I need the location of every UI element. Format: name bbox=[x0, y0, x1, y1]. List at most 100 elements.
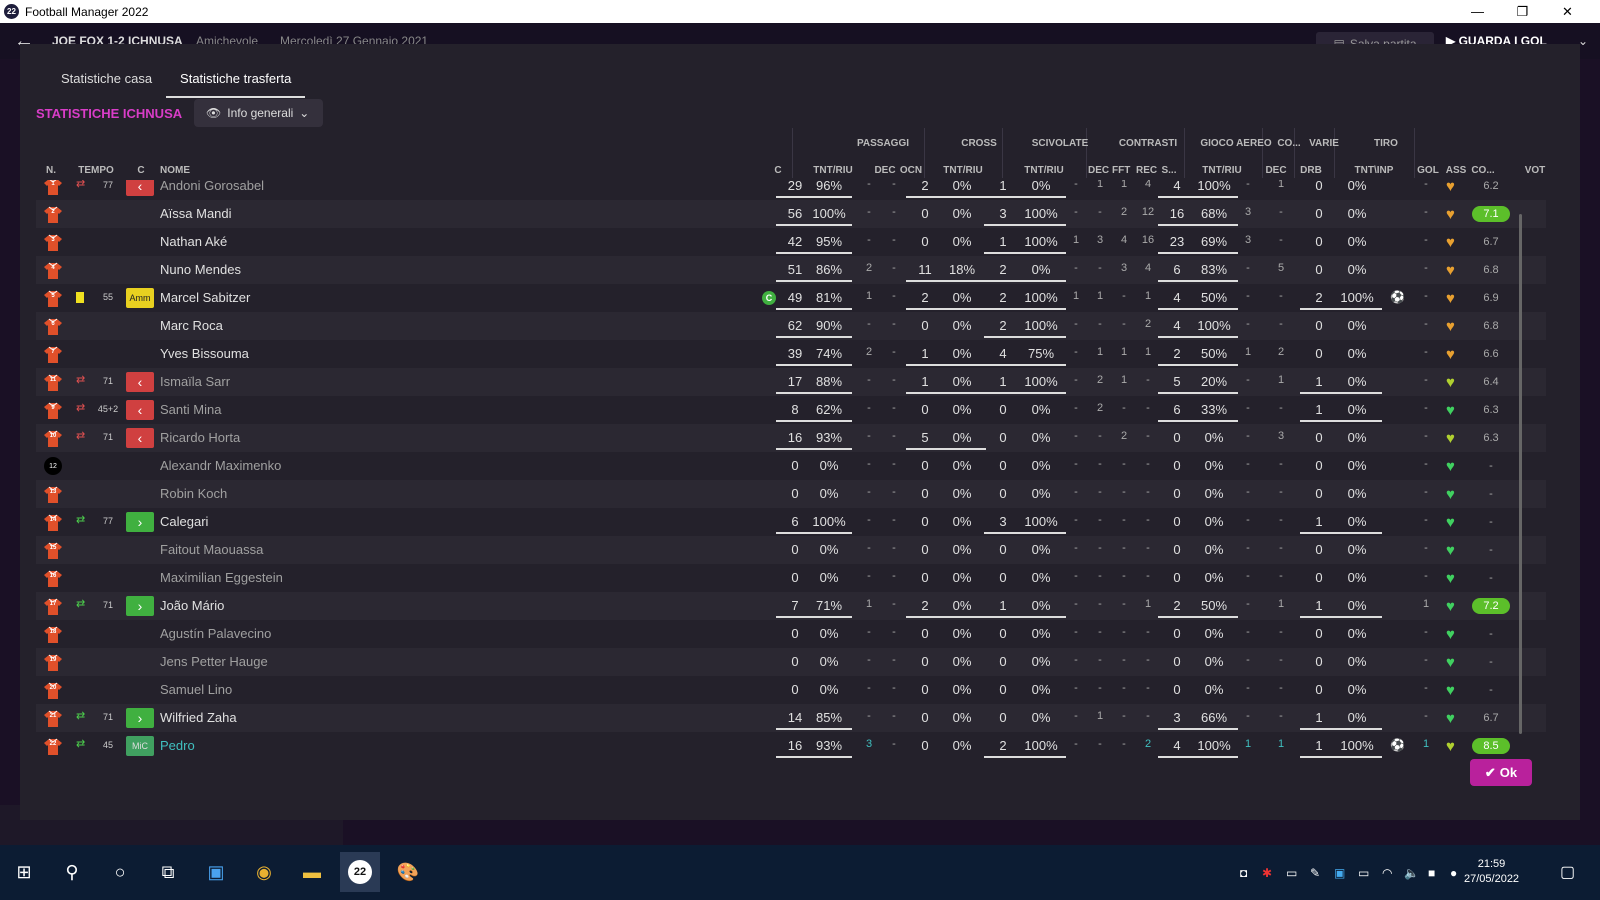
stat-po: - bbox=[892, 234, 896, 246]
table-row[interactable]: 6 Marc Roca 62 90% - - 0 0% 2 100% - - - 2 4 100% - - 0 0% -… bbox=[36, 312, 1546, 340]
table-row[interactable]: 13 Robin Koch 0 0% - - 0 0% 0 0% - - - - 0 0% - - 0 0% - ♥ - bbox=[36, 480, 1546, 508]
table-row[interactable]: 22 ⇄ 45 MiC Pedro 16 93% 3 - 0 0% 2 100% - - - 2 4 100% 1 1 1… bbox=[36, 732, 1546, 758]
file-explorer-icon[interactable]: ▬ bbox=[292, 852, 332, 892]
table-row[interactable]: 1 ⇄ 77 ‹ Andoni Gorosabel 29 96% - - 2 0% 1 0% - 1 1 4 4 1… bbox=[36, 180, 1546, 200]
player-name[interactable]: Robin Koch bbox=[160, 486, 227, 501]
player-name[interactable]: Santi Mina bbox=[160, 402, 221, 417]
football-manager-taskbar-icon[interactable]: 22 bbox=[340, 852, 380, 892]
ok-button[interactable]: ✔ Ok bbox=[1470, 759, 1532, 786]
search-icon[interactable]: ⚲ bbox=[52, 852, 92, 892]
table-row[interactable]: 16 Maximilian Eggestein 0 0% - - 0 0% 0 0% - - - - 0 0%… bbox=[36, 564, 1546, 592]
column-header-c[interactable]: C bbox=[134, 165, 148, 176]
player-name[interactable]: Maximilian Eggestein bbox=[160, 570, 283, 585]
player-name[interactable]: João Mário bbox=[160, 598, 224, 613]
column-header-pdec[interactable]: DEC bbox=[874, 165, 896, 176]
table-row[interactable]: 7 Yves Bissouma 39 74% 2 - 1 0% 4 75% - 1 1 1 2 50% 1 2 0 0… bbox=[36, 340, 1546, 368]
column-header-pass[interactable]: TNT/RIU bbox=[798, 165, 868, 176]
table-row[interactable]: 2 Aïssa Mandi 56 100% - - 0 0% 3 100% - - 2 12 16 68% 3 -… bbox=[36, 200, 1546, 228]
minimize-button[interactable]: — bbox=[1455, 0, 1500, 23]
column-header-vot[interactable]: VOT bbox=[1520, 165, 1550, 176]
info-general-dropdown[interactable]: 👁 Info generali ⌄ bbox=[194, 99, 323, 127]
maximize-button[interactable]: ❐ bbox=[1500, 0, 1545, 23]
stat-pd: - bbox=[867, 180, 871, 190]
table-row[interactable]: 21 ⇄ 71 › Wilfried Zaha 14 85% - - 0 0% 0 0% - 1 - - 3 66%… bbox=[36, 704, 1546, 732]
player-name[interactable]: Alexandr Maximenko bbox=[160, 458, 281, 473]
player-name[interactable]: Agustín Palavecino bbox=[160, 626, 271, 641]
player-name[interactable]: Marcel Sabitzer bbox=[160, 290, 250, 305]
tray-icon-3[interactable]: ▭ bbox=[1286, 866, 1297, 880]
cortana-icon[interactable]: ○ bbox=[100, 852, 140, 892]
player-name[interactable]: Jens Petter Hauge bbox=[160, 654, 268, 669]
tray-icon-5[interactable]: ▣ bbox=[1334, 866, 1345, 880]
tab-home-stats[interactable]: Statistiche casa bbox=[47, 66, 166, 98]
column-header-nome[interactable]: NOME bbox=[160, 165, 220, 176]
column-header-co2[interactable]: CO... bbox=[1470, 165, 1496, 176]
player-name[interactable]: Aïssa Mandi bbox=[160, 206, 232, 221]
table-row[interactable]: 14 ⇄ 77 › Calegari 6 100% - - 0 0% 3 100% - - - - 0 0% - - 1 0… bbox=[36, 508, 1546, 536]
battery-icon[interactable]: ▭ bbox=[1358, 866, 1369, 880]
table-row[interactable]: 5 55 Amm Marcel Sabitzer C 49 81% 1-2 0% 2 100% 1 1-… bbox=[36, 284, 1546, 312]
paint-icon[interactable]: 🎨 bbox=[388, 852, 428, 892]
player-name[interactable]: Marc Roca bbox=[160, 318, 223, 333]
table-row[interactable]: 17 ⇄ 71 › João Mário 7 71% 1 - 2 0% 1 0% - - - 1 2 50% - 1 1 0… bbox=[36, 592, 1546, 620]
table-row[interactable]: 20 Samuel Lino 0 0% - - 0 0% 0 0% - - - - 0 0% - - 0 0% - ♥ - bbox=[36, 676, 1546, 704]
player-name[interactable]: Ricardo Horta bbox=[160, 430, 240, 445]
stat-tp: 0% bbox=[1347, 234, 1367, 249]
column-header-cross[interactable]: TNT/RIU bbox=[928, 165, 998, 176]
table-scrollbar[interactable] bbox=[1519, 214, 1522, 734]
player-name[interactable]: Wilfried Zaha bbox=[160, 710, 237, 725]
role-badge: ‹ bbox=[126, 372, 154, 392]
tray-icon-1[interactable]: ◘ bbox=[1240, 866, 1247, 880]
column-header-aereo[interactable]: TNT/RIU bbox=[1186, 165, 1258, 176]
column-header-tiro[interactable]: TNT\INP bbox=[1336, 165, 1412, 176]
substitution-arrow-icon: ⇄ bbox=[76, 402, 86, 414]
tab-away-stats[interactable]: Statistiche trasferta bbox=[166, 66, 306, 98]
player-name[interactable]: Pedro bbox=[160, 738, 195, 753]
close-window-button[interactable]: ✕ bbox=[1545, 0, 1590, 23]
column-header-drb[interactable]: DRB bbox=[1296, 165, 1326, 176]
column-header-cfft[interactable]: FFT bbox=[1112, 165, 1130, 176]
stat-crp: 0% bbox=[952, 682, 972, 697]
chrome-icon[interactable]: ◉ bbox=[244, 852, 284, 892]
column-header-gol[interactable]: GOL bbox=[1416, 165, 1440, 176]
tray-icon-4[interactable]: ✎ bbox=[1310, 866, 1320, 880]
table-row[interactable]: 12 Alexandr Maximenko 0 0% - - 0 0% 0 0% - - - - 0 0% - -… bbox=[36, 452, 1546, 480]
remote-desktop-icon[interactable]: ▣ bbox=[196, 852, 236, 892]
player-name[interactable]: Nathan Aké bbox=[160, 234, 227, 249]
table-row[interactable]: 4 Nuno Mendes 51 86% 2 - 11 18% 2 0% - - 3 4 6 83% - 5 0 0%… bbox=[36, 256, 1546, 284]
taskbar-clock[interactable]: 21:59 27/05/2022 bbox=[1464, 857, 1519, 887]
table-row[interactable]: 15 Faitout Maouassa 0 0% - - 0 0% 0 0% - - - - 0 0% - - 0 0… bbox=[36, 536, 1546, 564]
player-name[interactable]: Ismaïla Sarr bbox=[160, 374, 230, 389]
column-header-crec[interactable]: REC bbox=[1136, 165, 1157, 176]
stat-bar bbox=[776, 336, 852, 338]
column-header-tempo[interactable]: TEMPO bbox=[76, 165, 116, 176]
volume-icon[interactable]: 🔈 bbox=[1404, 866, 1419, 880]
tray-icon-6[interactable]: ■ bbox=[1428, 866, 1435, 880]
column-header-c2[interactable]: C bbox=[772, 165, 784, 176]
steam-icon[interactable]: ● bbox=[1450, 866, 1457, 880]
player-name[interactable]: Faitout Maouassa bbox=[160, 542, 263, 557]
column-header-pocn[interactable]: OCN bbox=[898, 165, 924, 176]
tray-icon-2[interactable]: ✱ bbox=[1262, 866, 1272, 880]
column-header-cs[interactable]: S... bbox=[1160, 165, 1178, 176]
windows-start-icon[interactable]: ⊞ bbox=[4, 852, 44, 892]
task-view-icon[interactable]: ⧉ bbox=[148, 852, 188, 892]
wifi-icon[interactable]: ◠ bbox=[1382, 866, 1392, 880]
table-row[interactable]: 11 ⇄ 71 ‹ Ismaïla Sarr 17 88% - -1 0% 1 100% -2 1-5 20… bbox=[36, 368, 1546, 396]
column-header-ass[interactable]: ASS bbox=[1444, 165, 1468, 176]
table-row[interactable]: 9 ⇄ 45+2 ‹ Santi Mina 8 62% - - 0 0% 0 0% - 2 - - 6 33% - - 1… bbox=[36, 396, 1546, 424]
player-name[interactable]: Andoni Gorosabel bbox=[160, 180, 264, 193]
column-header-sciv[interactable]: TNT/RIU bbox=[1006, 165, 1082, 176]
player-name[interactable]: Calegari bbox=[160, 514, 208, 529]
notifications-icon[interactable]: ▢ bbox=[1560, 862, 1575, 882]
table-row[interactable]: 3 Nathan Aké 42 95% - - 0 0% 1 100% 1 3 4 16 23 69% 3 - 0 0… bbox=[36, 228, 1546, 256]
player-name[interactable]: Nuno Mendes bbox=[160, 262, 241, 277]
player-name[interactable]: Samuel Lino bbox=[160, 682, 232, 697]
table-row[interactable]: 19 Jens Petter Hauge 0 0% - - 0 0% 0 0% - - - - 0 0% - - 0… bbox=[36, 648, 1546, 676]
player-name[interactable]: Yves Bissouma bbox=[160, 346, 249, 361]
table-row[interactable]: 18 Agustín Palavecino 0 0% - - 0 0% 0 0% - - - - 0 0% - -… bbox=[36, 620, 1546, 648]
column-header-n[interactable]: N. bbox=[40, 165, 62, 176]
column-header-codec[interactable]: DEC bbox=[1264, 165, 1288, 176]
column-header-cdec[interactable]: DEC bbox=[1088, 165, 1109, 176]
table-row[interactable]: 10 ⇄ 71 ‹ Ricardo Horta 16 93% - - 5 0% 0 0% - - 2 - 0 0% -… bbox=[36, 424, 1546, 452]
